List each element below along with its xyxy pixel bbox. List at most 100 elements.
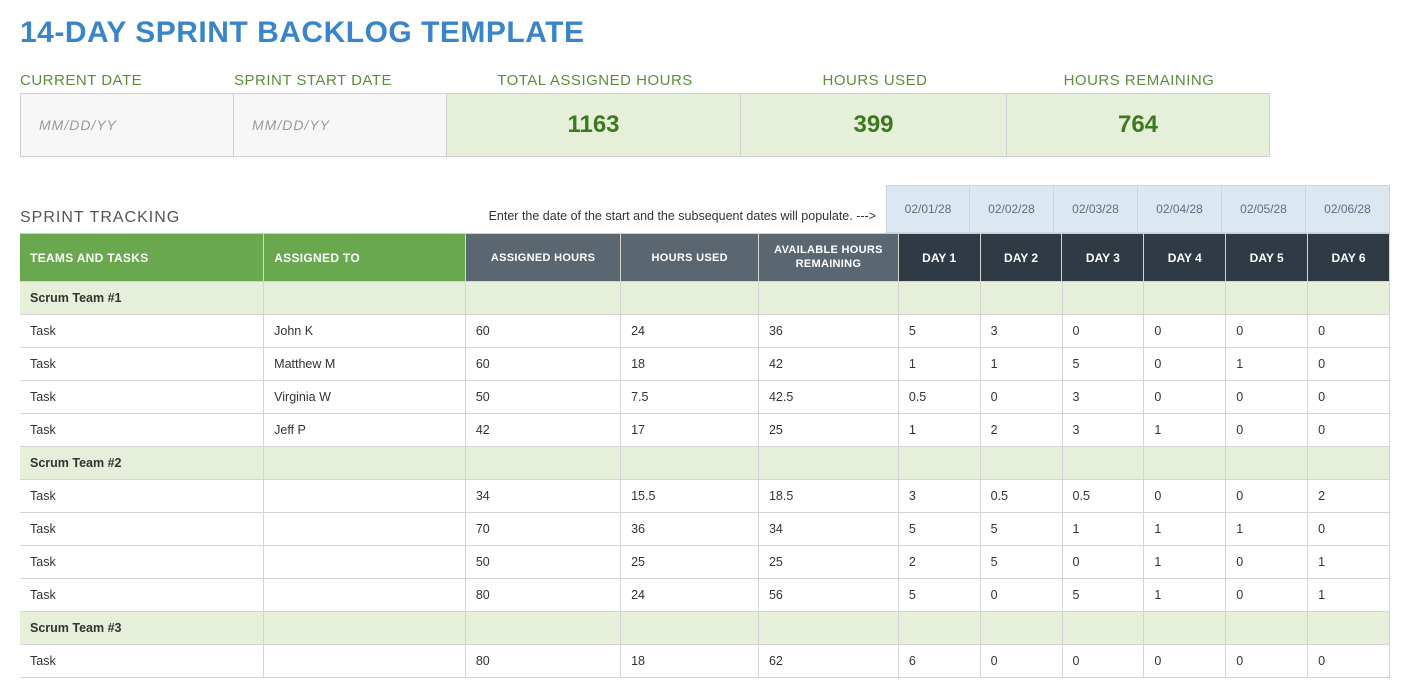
day-1-cell[interactable]: 5 xyxy=(899,513,981,545)
day-6-cell[interactable]: 1 xyxy=(1308,579,1390,611)
task-name-cell[interactable]: Scrum Team #1 xyxy=(20,282,264,314)
day-4-cell[interactable]: 0 xyxy=(1144,315,1226,347)
assignee-cell[interactable] xyxy=(264,447,466,479)
day-2-cell[interactable]: 3 xyxy=(981,315,1063,347)
date-header-6[interactable]: 02/06/28 xyxy=(1306,185,1390,233)
hours-used-cell[interactable] xyxy=(621,282,759,314)
task-name-cell[interactable]: Task xyxy=(20,414,264,446)
day-6-cell[interactable]: 1 xyxy=(1308,546,1390,578)
day-3-cell[interactable] xyxy=(1063,612,1145,644)
assigned-hours-cell[interactable]: 80 xyxy=(466,579,621,611)
hours-used-cell[interactable]: 25 xyxy=(621,546,759,578)
day-4-cell[interactable]: 1 xyxy=(1144,546,1226,578)
date-header-4[interactable]: 02/04/28 xyxy=(1138,185,1222,233)
day-6-cell[interactable] xyxy=(1308,612,1390,644)
day-4-cell[interactable] xyxy=(1144,282,1226,314)
day-6-cell[interactable]: 0 xyxy=(1308,348,1390,380)
assigned-hours-cell[interactable] xyxy=(466,612,621,644)
day-4-cell[interactable]: 1 xyxy=(1144,513,1226,545)
task-name-cell[interactable]: Scrum Team #3 xyxy=(20,612,264,644)
assigned-hours-cell[interactable]: 42 xyxy=(466,414,621,446)
available-remaining-cell[interactable]: 34 xyxy=(759,513,899,545)
day-1-cell[interactable] xyxy=(899,612,981,644)
available-remaining-cell[interactable]: 42 xyxy=(759,348,899,380)
day-3-cell[interactable]: 0.5 xyxy=(1063,480,1145,512)
assigned-hours-cell[interactable]: 60 xyxy=(466,348,621,380)
day-1-cell[interactable]: 3 xyxy=(899,480,981,512)
assignee-cell[interactable] xyxy=(264,645,466,677)
day-1-cell[interactable] xyxy=(899,282,981,314)
day-5-cell[interactable]: 0 xyxy=(1226,579,1308,611)
day-6-cell[interactable]: 0 xyxy=(1308,513,1390,545)
day-3-cell[interactable]: 3 xyxy=(1063,414,1145,446)
day-1-cell[interactable]: 5 xyxy=(899,579,981,611)
assigned-hours-cell[interactable]: 80 xyxy=(466,645,621,677)
day-3-cell[interactable]: 3 xyxy=(1063,381,1145,413)
hours-used-cell[interactable]: 24 xyxy=(621,315,759,347)
day-3-cell[interactable]: 1 xyxy=(1063,513,1145,545)
day-2-cell[interactable]: 5 xyxy=(981,513,1063,545)
available-remaining-cell[interactable]: 36 xyxy=(759,315,899,347)
day-3-cell[interactable]: 5 xyxy=(1063,348,1145,380)
available-remaining-cell[interactable]: 25 xyxy=(759,546,899,578)
day-6-cell[interactable] xyxy=(1308,282,1390,314)
available-remaining-cell[interactable]: 42.5 xyxy=(759,381,899,413)
current-date-input[interactable]: MM/DD/YY xyxy=(21,94,234,156)
day-3-cell[interactable] xyxy=(1063,282,1145,314)
assignee-cell[interactable] xyxy=(264,612,466,644)
day-5-cell[interactable]: 0 xyxy=(1226,546,1308,578)
day-6-cell[interactable]: 0 xyxy=(1308,414,1390,446)
hours-used-cell[interactable]: 36 xyxy=(621,513,759,545)
task-name-cell[interactable]: Task xyxy=(20,315,264,347)
day-1-cell[interactable]: 0.5 xyxy=(899,381,981,413)
day-2-cell[interactable] xyxy=(981,447,1063,479)
day-2-cell[interactable]: 1 xyxy=(981,348,1063,380)
day-4-cell[interactable]: 0 xyxy=(1144,348,1226,380)
day-3-cell[interactable] xyxy=(1063,447,1145,479)
hours-used-cell[interactable]: 17 xyxy=(621,414,759,446)
task-name-cell[interactable]: Task xyxy=(20,381,264,413)
hours-used-cell[interactable]: 7.5 xyxy=(621,381,759,413)
assigned-hours-cell[interactable] xyxy=(466,447,621,479)
assignee-cell[interactable]: John K xyxy=(264,315,466,347)
day-5-cell[interactable]: 0 xyxy=(1226,414,1308,446)
assignee-cell[interactable] xyxy=(264,480,466,512)
day-6-cell[interactable] xyxy=(1308,447,1390,479)
day-1-cell[interactable]: 1 xyxy=(899,348,981,380)
task-name-cell[interactable]: Task xyxy=(20,645,264,677)
day-4-cell[interactable] xyxy=(1144,612,1226,644)
assignee-cell[interactable] xyxy=(264,546,466,578)
day-2-cell[interactable]: 2 xyxy=(981,414,1063,446)
day-1-cell[interactable]: 2 xyxy=(899,546,981,578)
available-remaining-cell[interactable]: 56 xyxy=(759,579,899,611)
day-2-cell[interactable]: 0.5 xyxy=(981,480,1063,512)
assigned-hours-cell[interactable]: 60 xyxy=(466,315,621,347)
day-6-cell[interactable]: 0 xyxy=(1308,381,1390,413)
day-3-cell[interactable]: 0 xyxy=(1063,315,1145,347)
date-header-2[interactable]: 02/02/28 xyxy=(970,185,1054,233)
day-4-cell[interactable]: 0 xyxy=(1144,645,1226,677)
day-5-cell[interactable]: 0 xyxy=(1226,480,1308,512)
day-1-cell[interactable]: 6 xyxy=(899,645,981,677)
assigned-hours-cell[interactable]: 50 xyxy=(466,381,621,413)
sprint-start-date-input[interactable]: MM/DD/YY xyxy=(234,94,447,156)
date-header-5[interactable]: 02/05/28 xyxy=(1222,185,1306,233)
available-remaining-cell[interactable] xyxy=(759,447,899,479)
day-2-cell[interactable]: 0 xyxy=(981,579,1063,611)
task-name-cell[interactable]: Task xyxy=(20,546,264,578)
assigned-hours-cell[interactable]: 50 xyxy=(466,546,621,578)
day-2-cell[interactable]: 0 xyxy=(981,645,1063,677)
day-2-cell[interactable]: 5 xyxy=(981,546,1063,578)
day-2-cell[interactable]: 0 xyxy=(981,381,1063,413)
day-1-cell[interactable] xyxy=(899,447,981,479)
day-3-cell[interactable]: 5 xyxy=(1063,579,1145,611)
day-5-cell[interactable]: 1 xyxy=(1226,513,1308,545)
hours-used-cell[interactable]: 18 xyxy=(621,348,759,380)
day-5-cell[interactable]: 1 xyxy=(1226,348,1308,380)
day-4-cell[interactable]: 0 xyxy=(1144,381,1226,413)
task-name-cell[interactable]: Task xyxy=(20,480,264,512)
available-remaining-cell[interactable]: 62 xyxy=(759,645,899,677)
task-name-cell[interactable]: Task xyxy=(20,513,264,545)
day-1-cell[interactable]: 5 xyxy=(899,315,981,347)
hours-used-cell[interactable] xyxy=(621,447,759,479)
